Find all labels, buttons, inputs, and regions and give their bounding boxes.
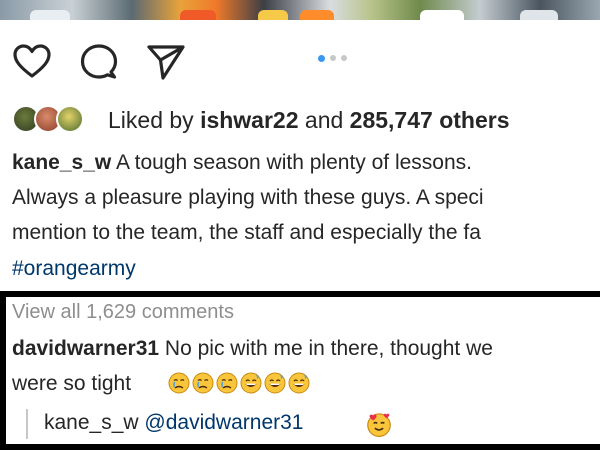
photo-detail [30, 10, 70, 20]
heart-icon[interactable] [12, 44, 52, 80]
caption-hashtag-link[interactable]: #orangearmy [12, 255, 136, 282]
caption-line-3: mention to the team, the staff and espec… [12, 221, 481, 244]
liker-avatar [56, 105, 84, 133]
liked-by-and: and [304, 107, 344, 133]
grinning-sweat-face-icon [264, 372, 286, 394]
likes-count-link[interactable]: 285,747 others [350, 107, 510, 133]
reply-username[interactable]: kane_s_w [44, 411, 139, 434]
share-icon[interactable] [146, 43, 186, 81]
crying-face-icon [192, 372, 214, 394]
comments-section: View all 1,629 comments davidwarner31 No… [0, 291, 600, 450]
photo-detail [180, 10, 216, 20]
caption-text-1: A tough season with plenty of lessons. [115, 151, 472, 174]
comment-line-2: were so tight [12, 372, 131, 396]
post-photo[interactable] [0, 0, 600, 20]
caption-line-1: kane_s_w A tough season with plenty of l… [12, 149, 472, 176]
photo-detail [420, 10, 464, 20]
carousel-dot-active [318, 54, 325, 62]
liked-by-user-link[interactable]: ishwar22 [200, 107, 298, 133]
photo-detail [520, 10, 558, 20]
grinning-sweat-face-icon [288, 372, 310, 394]
photo-detail [258, 10, 288, 20]
caption-line-2: Always a pleasure playing with these guy… [12, 186, 484, 209]
comment-emojis [168, 372, 310, 394]
reply-mention-link[interactable]: @davidwarner31 [144, 411, 303, 434]
crying-face-icon [216, 372, 238, 394]
comment-davidwarner31: davidwarner31 No pic with me in there, t… [12, 337, 493, 361]
grinning-sweat-face-icon [240, 372, 262, 394]
smiling-face-with-hearts-icon [367, 413, 391, 437]
likes-summary: Liked by ishwar22 and 285,747 others [108, 107, 510, 134]
comment-icon[interactable] [80, 43, 118, 81]
reply-kane_s_w: kane_s_w @davidwarner31 [44, 411, 303, 435]
photo-detail [300, 10, 334, 20]
comment-text-2: were so tight [12, 372, 132, 395]
comment-text-1: No pic with me in there, thought we [164, 337, 493, 360]
carousel-dot [341, 55, 347, 61]
view-all-comments-link[interactable]: View all 1,629 comments [12, 301, 234, 324]
comment-username[interactable]: davidwarner31 [12, 337, 159, 360]
reply-thread-line [26, 409, 28, 439]
crying-face-icon [168, 372, 190, 394]
caption-username[interactable]: kane_s_w [12, 151, 111, 174]
liked-by-prefix: Liked by [108, 107, 194, 133]
carousel-dot [330, 55, 336, 61]
